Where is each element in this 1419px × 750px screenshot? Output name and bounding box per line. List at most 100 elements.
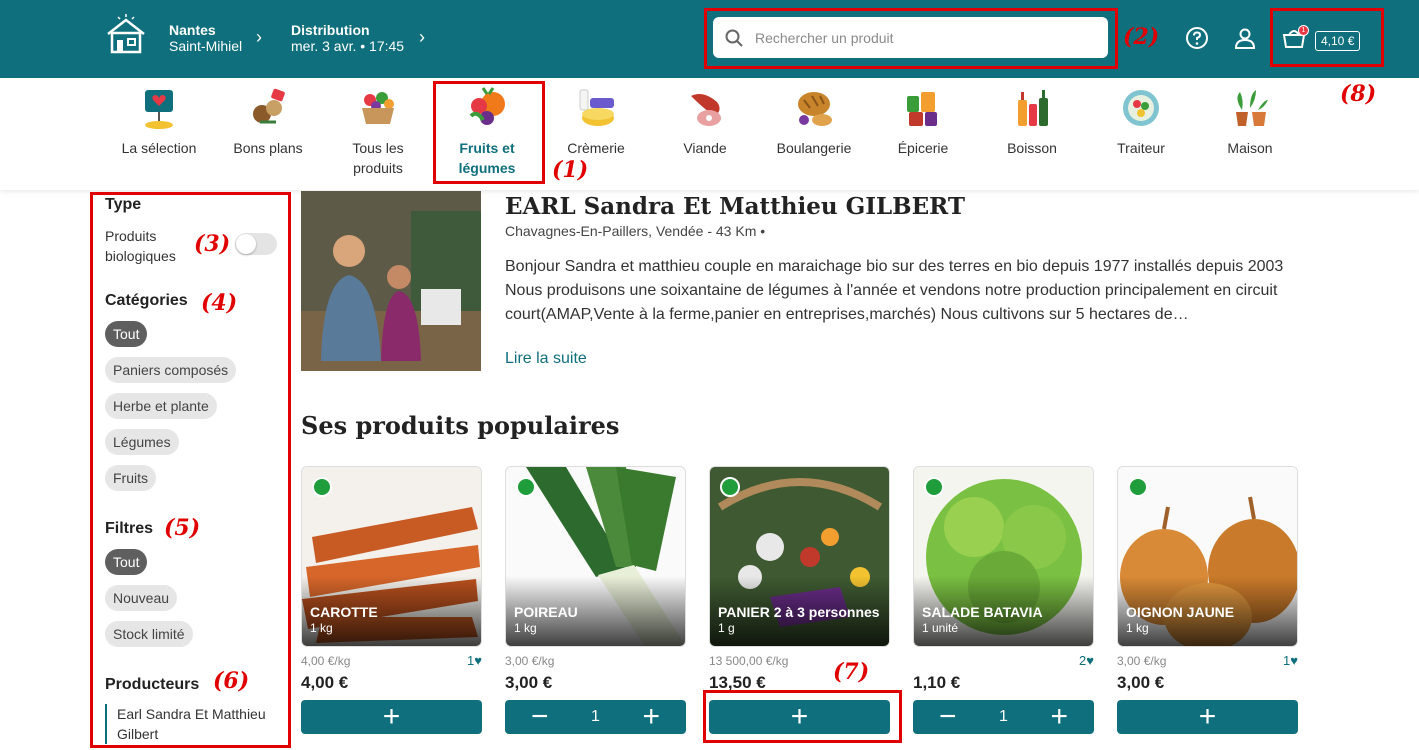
product-quantity: 1 kg	[310, 621, 333, 635]
cart-quantity: 1	[999, 708, 1008, 725]
heart-icon: ♥	[1290, 653, 1298, 668]
cart-quantity: 1	[591, 708, 600, 725]
producer-name: EARL Sandra Et Matthieu GILBERT	[505, 193, 965, 220]
likes-count[interactable]: 1♥	[467, 653, 482, 668]
product-quantity: 1 kg	[514, 621, 537, 635]
bio-badge-icon	[516, 477, 536, 497]
category-label: Boulangerie	[776, 140, 852, 156]
deal-fruit-icon	[246, 86, 290, 130]
category-selection[interactable]: La sélection	[104, 86, 214, 158]
category-maison[interactable]: Maison	[1195, 86, 1305, 158]
product-name: PANIER 2 à 3 personnes	[718, 604, 880, 620]
category-bons-plans[interactable]: Bons plans	[213, 86, 323, 158]
plus-icon[interactable]: +	[1050, 700, 1068, 734]
annotation-box-sidebar	[90, 192, 291, 748]
plants-pots-icon	[1228, 86, 1272, 130]
annotation-label-1: (1)	[552, 157, 589, 183]
dairy-icon	[574, 86, 618, 130]
annotation-label-8: (8)	[1340, 81, 1377, 107]
product-card[interactable]: SALADE BATAVIA 1 unité 2♥ 1,10 € − 1 +	[913, 466, 1094, 734]
add-to-cart-button[interactable]: +	[1117, 700, 1298, 734]
product-image[interactable]: OIGNON JAUNE 1 kg	[1117, 466, 1298, 647]
annotation-label-4: (4)	[201, 290, 238, 316]
product-name: OIGNON JAUNE	[1126, 604, 1235, 620]
producer-location: Chavagnes-En-Paillers, Vendée - 43 Km •	[505, 223, 766, 239]
heart-icon: ♥	[1086, 653, 1094, 668]
location-city: Nantes	[169, 22, 216, 38]
help-icon[interactable]	[1185, 26, 1209, 50]
category-label: Tous les	[352, 140, 404, 156]
quantity-stepper: − 1 +	[913, 700, 1094, 734]
category-boulangerie[interactable]: Boulangerie	[759, 86, 869, 158]
product-price: 3,00 €	[1117, 673, 1165, 692]
distribution-date: mer. 3 avr. • 17:45	[291, 38, 405, 54]
product-image[interactable]: CAROTTE 1 kg	[301, 466, 482, 647]
plus-icon: +	[1198, 700, 1217, 733]
location-selector[interactable]: Nantes Saint-Mihiel	[169, 22, 242, 54]
product-name: POIREAU	[514, 604, 578, 620]
unit-price: 3,00 €/kg	[1117, 654, 1167, 668]
user-icon[interactable]	[1233, 26, 1257, 50]
annotation-label-3: (3)	[194, 231, 231, 257]
home-logo-icon[interactable]	[104, 14, 148, 54]
chevron-right-icon: ›	[256, 27, 262, 47]
product-image[interactable]: PANIER 2 à 3 personnes 1 g	[709, 466, 890, 647]
bio-badge-icon	[312, 477, 332, 497]
category-label: Boisson	[1007, 140, 1057, 156]
basket-products-icon	[356, 86, 400, 130]
bio-badge-icon	[924, 477, 944, 497]
minus-icon[interactable]: −	[939, 700, 957, 734]
annotation-box-8	[1270, 8, 1384, 67]
likes-count[interactable]: 1♥	[1283, 653, 1298, 668]
unit-price: 4,00 €/kg	[301, 654, 351, 668]
category-epicerie[interactable]: Épicerie	[868, 86, 978, 158]
product-price: 1,10 €	[913, 673, 961, 692]
distribution-label: Distribution	[291, 22, 370, 38]
chevron-right-icon: ›	[419, 27, 425, 47]
quantity-stepper: − 1 +	[505, 700, 686, 734]
product-image[interactable]: SALADE BATAVIA 1 unité	[913, 466, 1094, 647]
product-card[interactable]: PANIER 2 à 3 personnes 1 g 13 500,00 €/k…	[709, 466, 890, 734]
annotation-label-5: (5)	[164, 515, 201, 541]
category-label: Épicerie	[897, 140, 949, 156]
product-price: 4,00 €	[301, 673, 349, 692]
product-price: 3,00 €	[505, 673, 553, 692]
add-to-cart-button[interactable]: +	[301, 700, 482, 734]
plus-icon: +	[382, 700, 401, 733]
annotation-box-2	[704, 8, 1118, 69]
read-more-link[interactable]: Lire la suite	[505, 350, 587, 368]
minus-icon[interactable]: −	[531, 700, 549, 734]
bread-icon	[792, 86, 836, 130]
product-quantity: 1 unité	[922, 621, 959, 635]
likes-count[interactable]: 2♥	[1079, 653, 1094, 668]
category-label: La sélection	[121, 140, 197, 156]
popular-products-title: Ses produits populaires	[301, 411, 620, 440]
plus-icon[interactable]: +	[642, 700, 660, 734]
producer-photo	[301, 191, 481, 371]
category-cremerie[interactable]: Crèmerie	[541, 86, 651, 158]
category-viande[interactable]: Viande	[650, 86, 760, 158]
salad-bowl-icon	[1119, 86, 1163, 130]
meat-icon	[683, 86, 727, 130]
bio-badge-icon	[1128, 477, 1148, 497]
category-bar: La sélection Bons plans Tous les produit…	[0, 78, 1419, 190]
annotation-box-1	[433, 81, 545, 184]
category-tous-produits[interactable]: Tous les produits	[323, 86, 433, 178]
product-image[interactable]: POIREAU 1 kg	[505, 466, 686, 647]
category-boisson[interactable]: Boisson	[977, 86, 1087, 158]
annotation-label-7: (7)	[833, 659, 870, 685]
category-label: Viande	[683, 140, 727, 156]
product-card[interactable]: OIGNON JAUNE 1 kg 3,00 €/kg 1♥ 3,00 € +	[1117, 466, 1298, 734]
unit-price: 13 500,00 €/kg	[709, 654, 789, 668]
category-label: Crèmerie	[567, 140, 625, 156]
category-traiteur[interactable]: Traiteur	[1086, 86, 1196, 158]
distribution-selector[interactable]: Distribution mer. 3 avr. • 17:45	[291, 22, 404, 54]
product-quantity: 1 g	[718, 621, 735, 635]
product-name: SALADE BATAVIA	[922, 604, 1043, 620]
bio-badge-icon	[720, 477, 740, 497]
product-card[interactable]: CAROTTE 1 kg 4,00 €/kg 1♥ 4,00 € +	[301, 466, 482, 734]
category-label: Traiteur	[1117, 140, 1165, 156]
annotation-box-7	[703, 690, 902, 743]
product-card[interactable]: POIREAU 1 kg 3,00 €/kg 3,00 € − 1 +	[505, 466, 686, 734]
heart-icon: ♥	[474, 653, 482, 668]
